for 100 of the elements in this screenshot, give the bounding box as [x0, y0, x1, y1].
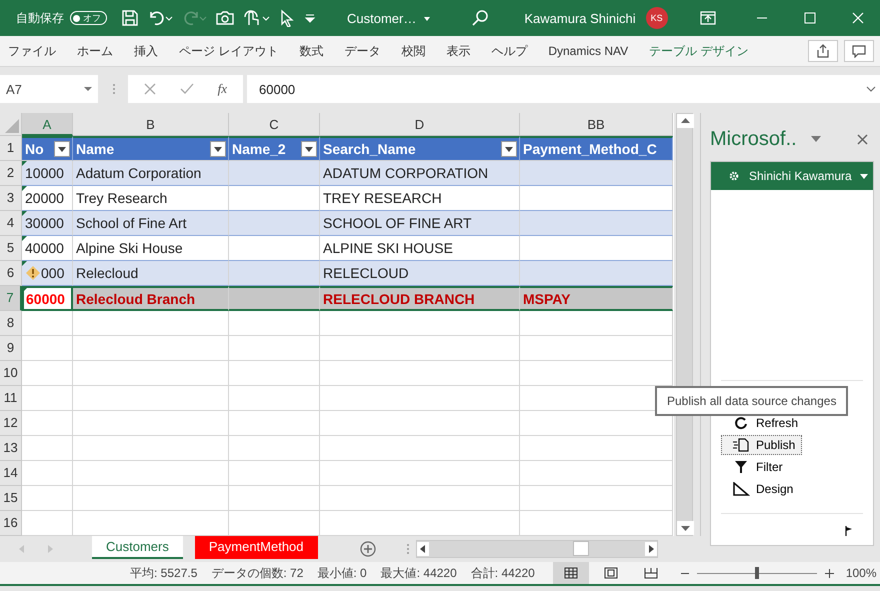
formula-field[interactable]: 60000	[247, 75, 880, 103]
scroll-right-icon[interactable]	[644, 542, 657, 556]
refresh-icon	[732, 416, 750, 430]
table-cell: 60000	[22, 286, 73, 311]
ribbon-tab[interactable]: ファイル	[2, 42, 62, 60]
caret-icon[interactable]	[84, 86, 92, 92]
table-cell: Adatum Corporation	[73, 161, 229, 186]
column-header[interactable]: C	[229, 113, 320, 136]
new-sheet-icon[interactable]	[360, 541, 376, 557]
status-stat: データの個数: 72	[211, 564, 304, 582]
row-header[interactable]: 15	[0, 486, 22, 511]
row-header[interactable]: 10	[0, 361, 22, 386]
camera-icon[interactable]	[215, 9, 235, 27]
search-icon[interactable]	[470, 8, 490, 28]
name-box[interactable]: A7	[0, 75, 98, 103]
pane-action[interactable]: Design	[721, 479, 800, 499]
zoom-level[interactable]: 100%	[846, 566, 877, 580]
table-cell: SCHOOL OF FINE ART	[320, 211, 520, 236]
column-header[interactable]: A	[22, 113, 73, 136]
table-cell: RELECLOUD BRANCH	[320, 286, 520, 311]
pointer-icon[interactable]	[279, 9, 295, 27]
touch-mode-icon[interactable]	[243, 9, 271, 27]
pane-action[interactable]: Refresh	[721, 413, 806, 433]
ribbon-tab[interactable]: ページ レイアウト	[173, 42, 284, 60]
user-avatar[interactable]: KS	[646, 7, 668, 29]
row-header[interactable]: 3	[0, 186, 22, 211]
ribbon-tab[interactable]: ヘルプ	[485, 42, 534, 60]
share-button[interactable]	[808, 40, 838, 62]
close-icon[interactable]	[857, 134, 868, 144]
row-header[interactable]: 14	[0, 461, 22, 486]
row-header[interactable]: 8	[0, 311, 22, 336]
normal-view-button[interactable]	[552, 562, 589, 584]
column-header[interactable]: D	[320, 113, 520, 136]
corner-marker-icon	[22, 236, 27, 241]
row-header[interactable]: 12	[0, 411, 22, 436]
ribbon-tab[interactable]: Dynamics NAV	[542, 44, 634, 58]
row-header[interactable]: 11	[0, 386, 22, 411]
ribbon-tab[interactable]: 校閲	[395, 42, 432, 60]
row-header[interactable]: 4	[0, 211, 22, 236]
ribbon-tab[interactable]: 数式	[293, 42, 330, 60]
comments-button[interactable]	[844, 40, 874, 62]
row-header[interactable]: 7	[0, 286, 22, 311]
save-icon[interactable]	[121, 9, 139, 27]
expand-icon[interactable]	[866, 86, 876, 92]
zoom-in-icon[interactable]	[824, 568, 834, 578]
scroll-down-icon[interactable]	[677, 521, 694, 535]
document-title[interactable]: Customer…	[347, 10, 416, 26]
column-title: Search_Name	[323, 140, 416, 159]
row-header[interactable]: 5	[0, 236, 22, 261]
user-menu[interactable]: Shinichi Kawamura	[743, 169, 856, 183]
ribbon-tab[interactable]: データ	[338, 42, 386, 60]
zoom-slider[interactable]	[696, 567, 817, 579]
pane-action[interactable]: Publish	[721, 435, 802, 455]
undo-icon[interactable]	[147, 9, 173, 27]
row-header[interactable]: 2	[0, 161, 22, 186]
filter-button[interactable]	[501, 141, 517, 157]
horizontal-scrollbar[interactable]	[416, 540, 658, 558]
ribbon-tab[interactable]: ホーム	[71, 42, 119, 60]
pane-options-icon[interactable]	[810, 136, 821, 142]
table-cell: 30000	[22, 211, 73, 236]
filter-button[interactable]	[210, 141, 226, 157]
caret-icon[interactable]	[860, 174, 868, 178]
sheet-tab[interactable]: Customers	[92, 535, 183, 559]
column-header[interactable]: BB	[520, 113, 673, 136]
status-stat: 最大値: 44220	[380, 564, 457, 582]
ribbon-tab[interactable]: 表示	[440, 42, 476, 60]
table-cell: ADATUM CORPORATION	[320, 161, 520, 186]
status-stat: 最小値: 0	[317, 564, 367, 582]
corner-marker-icon	[22, 186, 27, 191]
table-cell: 000	[22, 261, 73, 286]
caret-icon	[305, 146, 313, 152]
warning-icon[interactable]	[25, 265, 41, 281]
insert-function-button[interactable]: fx	[218, 81, 228, 97]
row-header[interactable]: 16	[0, 511, 22, 536]
row-header[interactable]: 13	[0, 436, 22, 461]
ribbon-tab[interactable]: テーブル デザイン	[643, 42, 754, 60]
filter-button[interactable]	[301, 141, 317, 157]
row-header[interactable]: 1	[0, 136, 22, 161]
gear-icon[interactable]	[729, 171, 739, 181]
maximize-icon[interactable]	[804, 12, 816, 24]
table-cell: Relecloud Branch	[73, 286, 229, 311]
row-header[interactable]: 9	[0, 336, 22, 361]
autosave-toggle[interactable]: オフ	[70, 11, 107, 25]
sheet-tab[interactable]: PaymentMethod	[194, 535, 318, 559]
scroll-thumb[interactable]	[572, 541, 589, 556]
table-cell: School of Fine Art	[73, 211, 229, 236]
grid-icon	[564, 567, 578, 579]
pane-action[interactable]: Filter	[721, 457, 790, 477]
page-break-icon	[644, 567, 658, 579]
filter-button[interactable]	[54, 141, 70, 157]
row-header[interactable]: 6	[0, 261, 22, 286]
ribbon-tab[interactable]: 挿入	[128, 42, 164, 60]
ribbon-display-icon[interactable]	[700, 11, 716, 25]
scroll-left-icon[interactable]	[416, 542, 429, 556]
flag-icon[interactable]	[845, 526, 853, 536]
table-cell: Relecloud	[73, 261, 229, 286]
scroll-up-icon[interactable]	[677, 114, 694, 128]
tooltip: Publish all data source changes	[655, 386, 848, 416]
caret-icon	[214, 146, 222, 152]
column-header[interactable]: B	[73, 113, 229, 136]
